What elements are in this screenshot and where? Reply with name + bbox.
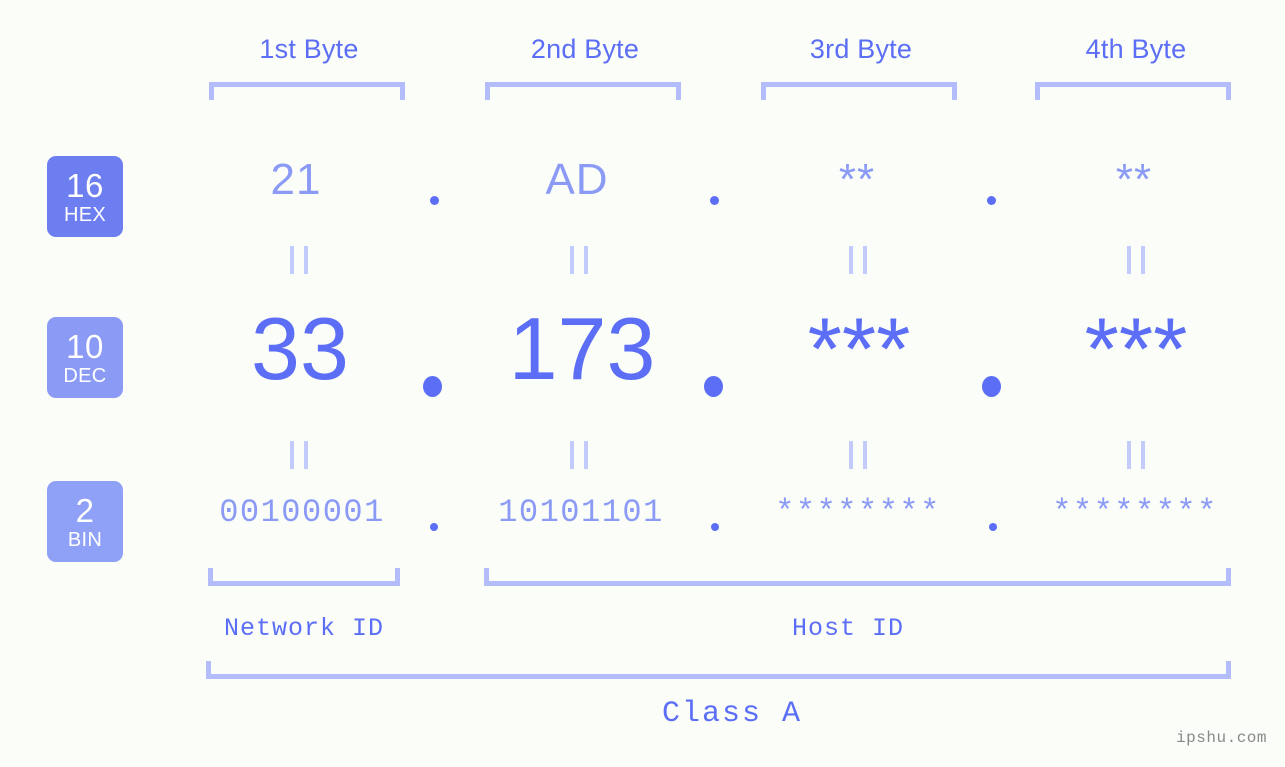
network-id-label: Network ID (223, 614, 385, 643)
equals-mark-dec-bin-4 (1127, 441, 1145, 469)
base-badge-dec: 10 DEC (47, 317, 123, 398)
base-badge-dec-name: DEC (63, 364, 107, 387)
byte-header-3: 3rd Byte (809, 34, 913, 64)
dec-byte-1: 33 (251, 299, 349, 398)
host-id-bracket (484, 568, 1231, 586)
base-badge-bin: 2 BIN (47, 481, 123, 562)
equals-mark-hex-dec-3 (849, 246, 867, 274)
bin-byte-1: 00100001 (219, 494, 385, 531)
byte-header-1: 1st Byte (259, 34, 359, 64)
byte-header-4: 4th Byte (1085, 34, 1187, 64)
dec-byte-3: *** (807, 299, 911, 398)
ip-address-breakdown-diagram: 1st Byte 2nd Byte 3rd Byte 4th Byte 16 H… (0, 0, 1285, 767)
base-badge-hex-name: HEX (63, 203, 107, 226)
equals-mark-hex-dec-1 (290, 246, 308, 274)
dec-separator-3 (982, 376, 1001, 397)
base-badge-dec-number: 10 (66, 327, 104, 365)
bin-byte-2: 10101101 (498, 494, 664, 531)
bin-byte-4: ******** (1052, 494, 1218, 531)
base-badge-hex: 16 HEX (47, 156, 123, 237)
hex-byte-3: ** (838, 155, 876, 204)
class-bracket (206, 661, 1231, 679)
equals-mark-dec-bin-1 (290, 441, 308, 469)
byte-bracket-1 (209, 82, 405, 100)
byte-bracket-2 (485, 82, 681, 100)
equals-mark-hex-dec-4 (1127, 246, 1145, 274)
site-watermark: ipshu.com (1176, 729, 1267, 747)
base-badge-bin-number: 2 (75, 491, 95, 529)
hex-separator-1 (430, 196, 439, 205)
byte-bracket-3 (761, 82, 957, 100)
hex-byte-4: ** (1115, 155, 1153, 204)
equals-mark-dec-bin-2 (570, 441, 588, 469)
hex-byte-2: AD (545, 155, 609, 204)
base-badge-bin-name: BIN (67, 528, 103, 551)
dec-separator-2 (704, 376, 723, 397)
dec-separator-1 (423, 376, 442, 397)
bin-byte-3: ******** (775, 494, 941, 531)
bin-separator-2 (711, 523, 719, 531)
dec-byte-4: *** (1084, 299, 1188, 398)
equals-mark-hex-dec-2 (570, 246, 588, 274)
byte-header-2: 2nd Byte (530, 34, 640, 64)
hex-byte-1: 21 (270, 155, 322, 204)
equals-mark-dec-bin-3 (849, 441, 867, 469)
hex-separator-2 (710, 196, 719, 205)
base-badge-hex-number: 16 (66, 166, 104, 204)
dec-byte-2: 173 (508, 299, 656, 398)
byte-bracket-4 (1035, 82, 1231, 100)
bin-separator-1 (430, 523, 438, 531)
hex-separator-3 (987, 196, 996, 205)
class-label: Class A (661, 697, 803, 731)
host-id-label: Host ID (791, 614, 905, 643)
network-id-bracket (208, 568, 400, 586)
bin-separator-3 (989, 523, 997, 531)
